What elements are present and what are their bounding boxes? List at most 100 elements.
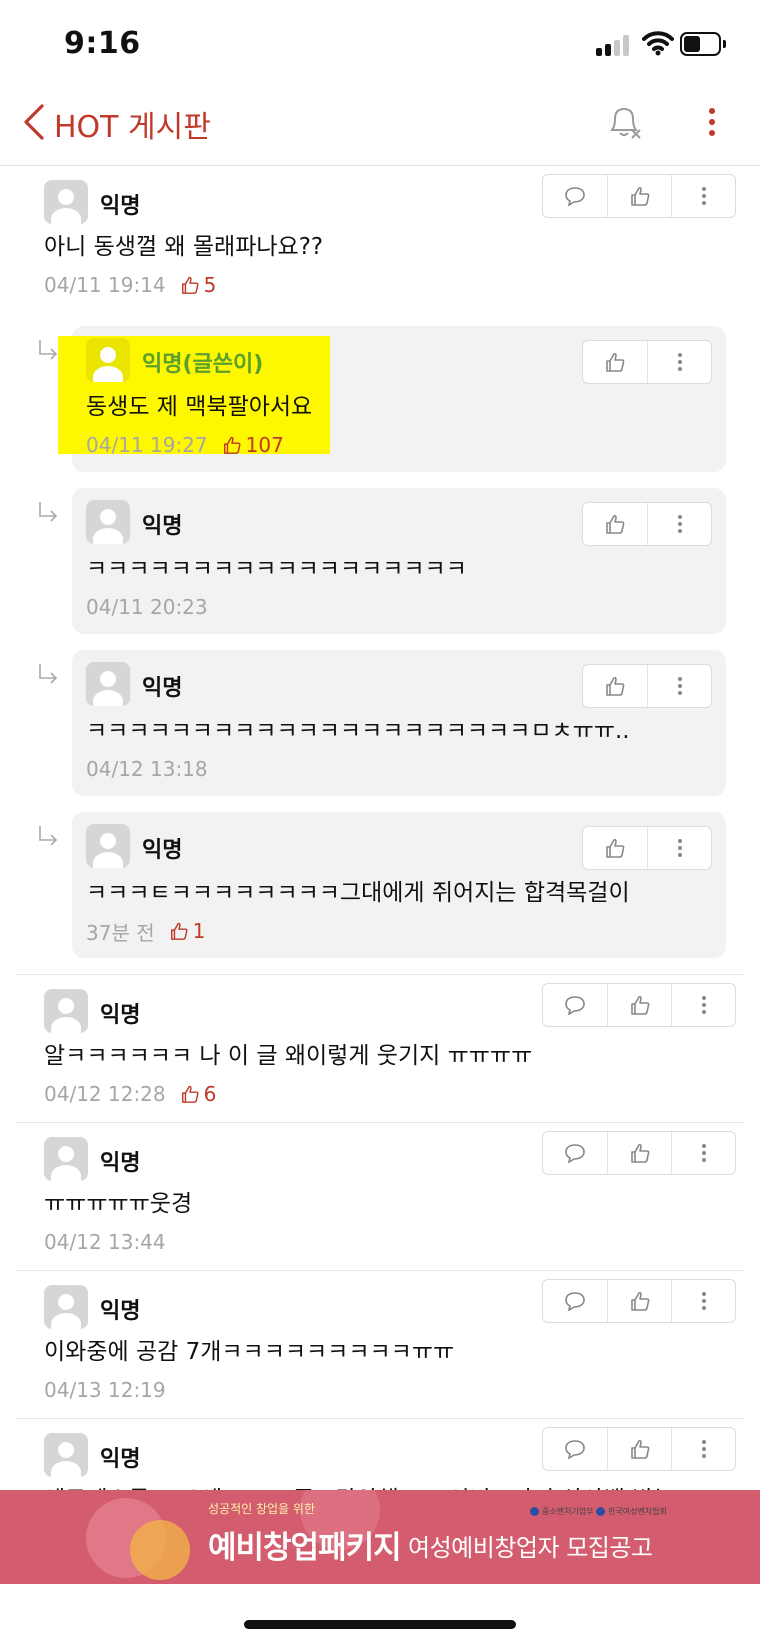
thumbs-up-icon — [630, 186, 649, 206]
thumbs-up-icon — [630, 1291, 649, 1311]
more-vertical-icon — [677, 353, 682, 371]
like-button[interactable] — [607, 984, 671, 1026]
banner-title: 예비창업패키지 — [208, 1530, 402, 1566]
thumbs-up-icon — [181, 276, 199, 294]
like-count: 1 — [169, 919, 205, 943]
reply-arrow-icon — [39, 664, 58, 684]
comment-text: 아니 동생껄 왜 몰래파나요?? — [44, 234, 324, 260]
comment-date: 04/13 12:19 — [44, 1378, 166, 1402]
avatar — [44, 1285, 88, 1329]
thumbs-up-icon — [181, 1085, 199, 1103]
comment-text: ㅋㅋㅋㅌㅋㅋㅋㅋㅋㅋㅋㅋ그대에게 쥐어지는 합격목걸이 — [86, 880, 630, 906]
more-vertical-icon — [701, 1292, 706, 1310]
comment-icon — [565, 996, 585, 1015]
more-vertical-icon[interactable] — [700, 102, 724, 142]
like-button[interactable] — [583, 341, 647, 383]
more-vertical-icon — [701, 1144, 706, 1162]
more-button[interactable] — [647, 665, 711, 707]
comment-actions — [542, 1427, 736, 1471]
comment-author: 익명 — [142, 514, 183, 539]
comment-text: 알ㅋㅋㅋㅋㅋㅋ 나 이 글 왜이렇게 웃기지 ㅠㅠㅠㅠ — [44, 1043, 533, 1069]
avatar — [44, 1433, 88, 1477]
like-button[interactable] — [583, 503, 647, 545]
comment-icon — [565, 1144, 585, 1163]
comment-date: 37분 전 — [86, 920, 155, 945]
avatar — [86, 500, 130, 544]
thumbs-up-icon — [606, 676, 625, 696]
like-button[interactable] — [607, 1428, 671, 1470]
reply-button[interactable] — [543, 1428, 607, 1470]
comment-author: 익명 — [100, 1299, 141, 1324]
more-vertical-icon — [677, 515, 682, 533]
back-chevron-icon[interactable] — [20, 100, 50, 144]
cellular-signal-icon — [596, 34, 632, 56]
more-button[interactable] — [647, 341, 711, 383]
comment-text: ㅋㅋㅋㅋㅋㅋㅋㅋㅋㅋㅋㅋㅋㅋㅋㅋㅋㅋㅋㅋㅋㅁㅊㅠㅠ.. — [86, 718, 630, 744]
reply-button[interactable] — [543, 1280, 607, 1322]
comment-actions — [582, 826, 712, 870]
more-vertical-icon — [677, 677, 682, 695]
like-count: 5 — [180, 273, 216, 297]
avatar — [44, 989, 88, 1033]
battery-icon — [680, 32, 726, 56]
more-button[interactable] — [671, 1132, 735, 1174]
avatar — [44, 180, 88, 224]
avatar — [44, 1137, 88, 1181]
comment-author: 익명 — [100, 1003, 141, 1028]
thumbs-up-icon — [606, 838, 625, 858]
comment-text: 이와중에 공감 7개ㅋㅋㅋㅋㅋㅋㅋㅋㅋㅠㅠ — [44, 1339, 455, 1365]
reply-item: 익명 ㅋㅋㅋㅋㅋㅋㅋㅋㅋㅋㅋㅋㅋㅋㅋㅋㅋㅋ 04/11 20:23 — [16, 488, 744, 650]
comment-actions — [582, 340, 712, 384]
thumbs-up-icon — [630, 1439, 649, 1459]
avatar — [86, 824, 130, 868]
comment-icon — [565, 1292, 585, 1311]
reply-button[interactable] — [543, 175, 607, 217]
reply-item: 익명 ㅋㅋㅋㅋㅋㅋㅋㅋㅋㅋㅋㅋㅋㅋㅋㅋㅋㅋㅋㅋㅋㅁㅊㅠㅠ.. 04/12 13:… — [16, 650, 744, 812]
home-indicator[interactable] — [244, 1620, 516, 1629]
like-button[interactable] — [607, 175, 671, 217]
comment-date: 04/12 13:18 — [86, 757, 208, 781]
comment-text: 동생도 제 맥북팔아서요 — [86, 394, 313, 420]
page-title: HOT 게시판 — [54, 110, 211, 145]
more-vertical-icon — [701, 1440, 706, 1458]
comment-date: 04/11 19:14 — [44, 273, 166, 297]
reply-arrow-icon — [39, 826, 58, 846]
comment-author: 익명 — [142, 838, 183, 863]
like-button[interactable] — [607, 1280, 671, 1322]
comment-author: 익명 — [100, 1447, 141, 1472]
reply-item: 익명 ㅋㅋㅋㅌㅋㅋㅋㅋㅋㅋㅋㅋ그대에게 쥐어지는 합격목걸이 37분 전 1 — [16, 812, 744, 974]
nav-bar: HOT 게시판 — [0, 90, 760, 166]
comment-actions — [582, 664, 712, 708]
more-button[interactable] — [671, 1428, 735, 1470]
like-count: 107 — [222, 433, 284, 457]
reply-button[interactable] — [543, 1132, 607, 1174]
more-vertical-icon — [701, 187, 706, 205]
more-button[interactable] — [647, 503, 711, 545]
more-button[interactable] — [671, 984, 735, 1026]
reply-button[interactable] — [543, 984, 607, 1026]
like-button[interactable] — [583, 665, 647, 707]
wifi-icon — [642, 31, 674, 56]
ad-banner[interactable]: 성공적인 창업을 위한 예비창업패키지 여성예비창업자 모집공고 중소벤처기업부… — [0, 1490, 760, 1584]
bell-off-icon[interactable] — [604, 102, 644, 142]
comment-author: 익명 — [100, 194, 141, 219]
more-button[interactable] — [647, 827, 711, 869]
comment-date: 04/11 19:27 — [86, 433, 208, 457]
like-button[interactable] — [583, 827, 647, 869]
comment-icon — [565, 187, 585, 206]
banner-org-1: 중소벤처기업부 — [530, 1506, 594, 1517]
like-button[interactable] — [607, 1132, 671, 1174]
status-bar: 9:16 — [0, 0, 760, 90]
more-button[interactable] — [671, 175, 735, 217]
reply-arrow-icon — [39, 502, 58, 522]
thumbs-up-icon — [606, 514, 625, 534]
more-button[interactable] — [671, 1280, 735, 1322]
comment-actions — [542, 174, 736, 218]
banner-tagline: 성공적인 창업을 위한 — [208, 1502, 315, 1516]
reply-item: 익명(글쓴이) 동생도 제 맥북팔아서요 04/11 19:27 107 — [16, 326, 744, 488]
like-count-value: 107 — [245, 433, 284, 457]
banner-subtitle: 여성예비창업자 모집공고 — [408, 1534, 653, 1562]
avatar — [86, 662, 130, 706]
status-time: 9:16 — [64, 26, 141, 61]
comment-date: 04/12 13:44 — [44, 1230, 166, 1254]
